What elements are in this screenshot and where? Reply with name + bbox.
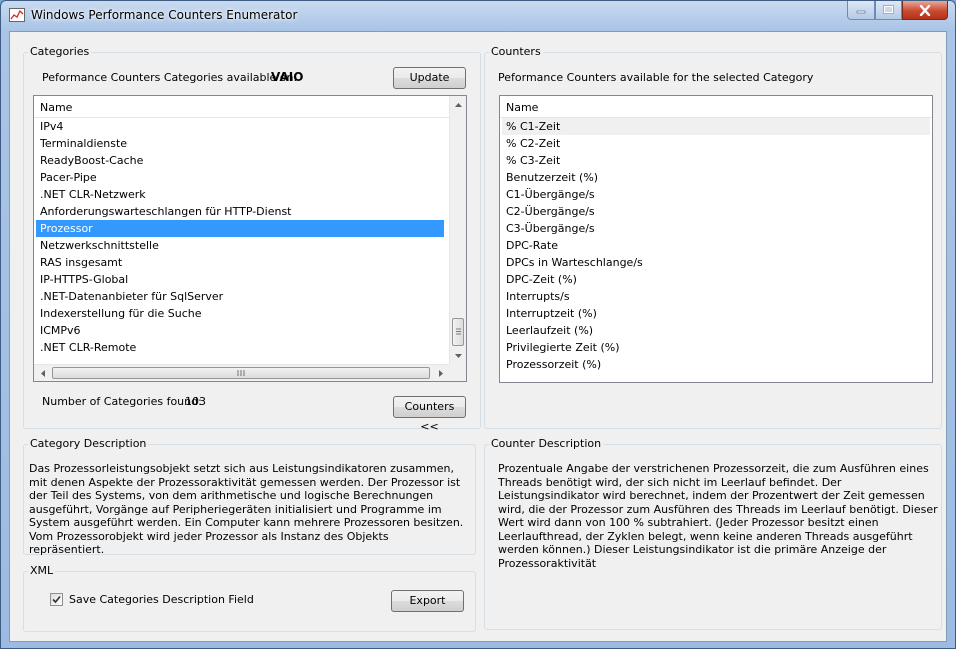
categories-group: Categories Peformance Counters Categorie… bbox=[23, 45, 481, 433]
counters-button[interactable]: Counters << bbox=[393, 396, 466, 433]
scroll-up-icon[interactable] bbox=[450, 96, 466, 113]
minimize-button[interactable] bbox=[847, 1, 875, 20]
machine-name: VAIO bbox=[271, 70, 304, 84]
counter-item[interactable]: % C1-Zeit bbox=[502, 118, 930, 135]
category-description-text: Das Prozessorleistungsobjekt setzt sich … bbox=[29, 462, 464, 556]
categories-count-label: Number of Categories found: bbox=[42, 395, 202, 408]
update-button[interactable]: Update bbox=[393, 67, 466, 89]
maximize-icon bbox=[876, 1, 901, 19]
scroll-left-icon[interactable] bbox=[34, 365, 51, 381]
caption-buttons bbox=[847, 1, 948, 21]
counter-item[interactable]: Benutzerzeit (%) bbox=[502, 169, 930, 186]
counters-group-title: Counters bbox=[489, 45, 543, 58]
counters-column-header-label: Name bbox=[506, 101, 539, 114]
xml-group-title: XML bbox=[28, 564, 56, 577]
counter-item[interactable]: Interrupts/s bbox=[502, 288, 930, 305]
scroll-right-icon[interactable] bbox=[432, 365, 449, 381]
scroll-down-icon[interactable] bbox=[450, 347, 466, 364]
counter-item[interactable]: Prozessorzeit (%) bbox=[502, 356, 930, 373]
counter-item[interactable]: Leerlaufzeit (%) bbox=[502, 322, 930, 339]
category-item[interactable]: Pacer-Pipe bbox=[36, 169, 444, 186]
counter-description-group: Counter Description Prozentuale Angabe d… bbox=[484, 437, 942, 630]
category-item[interactable]: .NET CLR-Netzwerk bbox=[36, 186, 444, 203]
category-item[interactable]: IPv4 bbox=[36, 118, 444, 135]
category-item[interactable]: Terminaldienste bbox=[36, 135, 444, 152]
categories-horizontal-thumb[interactable] bbox=[52, 367, 430, 379]
main-window: Windows Performance Counters Enumerator bbox=[0, 0, 956, 649]
counters-list[interactable]: Name % C1-Zeit% C2-Zeit% C3-Zeit Benutzer… bbox=[499, 95, 933, 383]
counter-description-text: Prozentuale Angabe der verstrichenen Pro… bbox=[498, 462, 938, 570]
category-item[interactable]: .NET CLR-Remote bbox=[36, 339, 444, 356]
category-item[interactable]: .NET-Datenanbieter für SqlServer bbox=[36, 288, 444, 305]
counter-item[interactable]: % C2-Zeit bbox=[502, 135, 930, 152]
counter-description-title: Counter Description bbox=[489, 437, 604, 450]
close-icon bbox=[903, 1, 947, 19]
category-item[interactable]: ICMPv6 bbox=[36, 322, 444, 339]
categories-available-label: Peformance Counters Categories available… bbox=[42, 71, 298, 84]
category-description-group: Category Description Das Prozessorleistu… bbox=[23, 437, 476, 556]
category-item[interactable]: Netzwerkschnittstelle bbox=[36, 237, 444, 254]
category-item[interactable]: Indexerstellung für die Suche bbox=[36, 305, 444, 322]
counter-item[interactable]: DPC-Rate bbox=[502, 237, 930, 254]
category-item[interactable]: Anforderungswarteschlangen für HTTP-Dien… bbox=[36, 203, 444, 220]
counter-item[interactable]: DPC-Zeit (%) bbox=[502, 271, 930, 288]
category-description-title: Category Description bbox=[28, 437, 149, 450]
counter-item[interactable]: C3-Übergänge/s bbox=[502, 220, 930, 237]
xml-group: XML Save Categories Description Field Ex… bbox=[23, 564, 476, 632]
category-item[interactable]: RAS insgesamt bbox=[36, 254, 444, 271]
performance-chart-icon[interactable] bbox=[9, 8, 25, 22]
save-description-label[interactable]: Save Categories Description Field bbox=[69, 593, 254, 606]
counter-item[interactable]: Privilegierte Zeit (%) bbox=[502, 339, 930, 356]
categories-column-header-label: Name bbox=[40, 101, 73, 114]
maximize-button[interactable] bbox=[875, 1, 902, 20]
scrollbar-corner bbox=[449, 364, 466, 381]
minimize-icon bbox=[848, 1, 874, 19]
counter-item[interactable]: C2-Übergänge/s bbox=[502, 203, 930, 220]
categories-vertical-thumb[interactable] bbox=[452, 318, 464, 346]
categories-list[interactable]: Name IPv4 Terminaldienste ReadyBoost-Cache… bbox=[33, 95, 467, 382]
counters-available-label: Peformance Counters available for the se… bbox=[498, 71, 814, 84]
counters-group: Counters Peformance Counters available f… bbox=[484, 45, 942, 429]
category-item[interactable]: IP-HTTPS-Global bbox=[36, 271, 444, 288]
counter-item[interactable]: C1-Übergänge/s bbox=[502, 186, 930, 203]
counter-item[interactable]: DPCs in Warteschlange/s bbox=[502, 254, 930, 271]
categories-count-value: 103 bbox=[185, 395, 206, 408]
counter-item[interactable]: Interruptzeit (%) bbox=[502, 305, 930, 322]
close-button[interactable] bbox=[902, 1, 948, 20]
client-area: Categories Peformance Counters Categorie… bbox=[9, 31, 947, 642]
categories-horizontal-scrollbar[interactable] bbox=[34, 364, 449, 381]
category-item[interactable]: Prozessor bbox=[36, 220, 444, 237]
export-button[interactable]: Export bbox=[391, 590, 464, 612]
categories-column-header[interactable]: Name bbox=[34, 96, 449, 118]
window-title: Windows Performance Counters Enumerator bbox=[31, 8, 298, 22]
counter-item[interactable]: % C3-Zeit bbox=[502, 152, 930, 169]
counters-column-header[interactable]: Name bbox=[500, 96, 932, 118]
categories-vertical-scrollbar[interactable] bbox=[449, 96, 466, 364]
title-bar[interactable]: Windows Performance Counters Enumerator bbox=[1, 1, 955, 31]
categories-group-title: Categories bbox=[28, 45, 92, 58]
category-item[interactable]: ReadyBoost-Cache bbox=[36, 152, 444, 169]
save-description-checkbox[interactable] bbox=[50, 593, 63, 606]
